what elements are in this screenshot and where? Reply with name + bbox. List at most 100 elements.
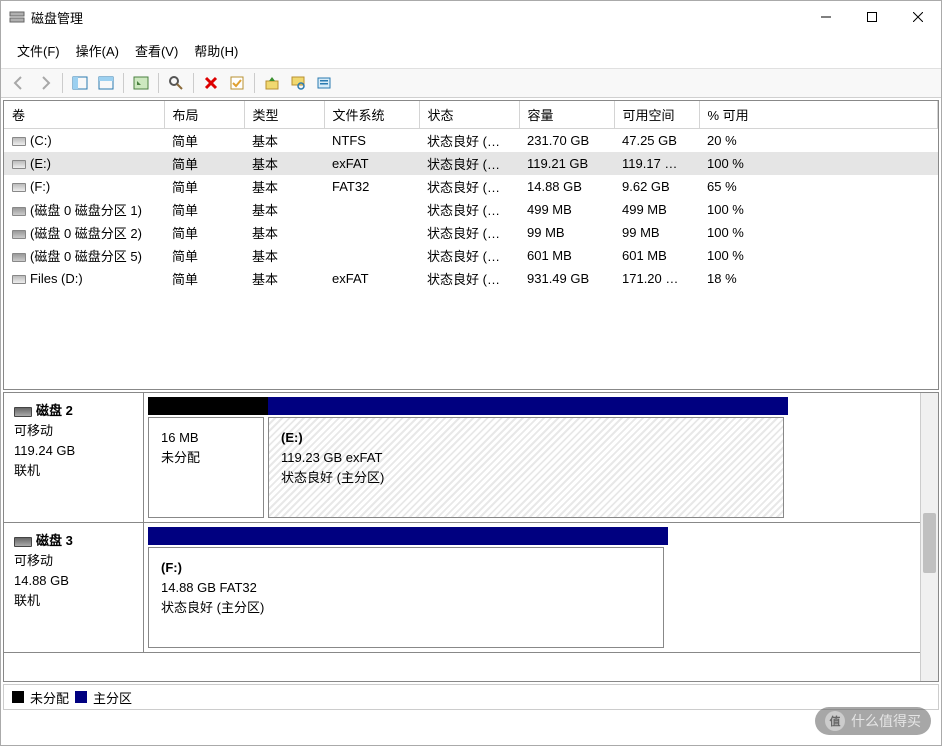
menu-file[interactable]: 文件(F) (9, 37, 68, 64)
menu-action[interactable]: 操作(A) (68, 37, 127, 64)
volume-type: 基本 (244, 175, 324, 198)
minimize-button[interactable] (803, 1, 849, 33)
delete-button[interactable] (199, 71, 223, 95)
col-fs[interactable]: 文件系统 (324, 101, 419, 129)
scrollbar[interactable] (920, 393, 938, 681)
volume-fs: exFAT (324, 267, 419, 290)
partition-boxes: 16 MB未分配(E:)119.23 GB exFAT状态良好 (主分区) (148, 417, 934, 518)
partition-box[interactable]: (F:)14.88 GB FAT32状态良好 (主分区) (148, 547, 664, 648)
refresh-button[interactable] (164, 71, 188, 95)
col-type[interactable]: 类型 (244, 101, 324, 129)
volume-free: 601 MB (614, 244, 699, 267)
header-segment (148, 527, 668, 545)
volume-free: 119.17 … (614, 152, 699, 175)
disk-partitions: 16 MB未分配(E:)119.23 GB exFAT状态良好 (主分区) (144, 393, 938, 522)
titlebar: 磁盘管理 (1, 1, 941, 33)
disk-row: 磁盘 3可移动14.88 GB联机(F:)14.88 GB FAT32状态良好 … (4, 523, 938, 653)
volume-free: 499 MB (614, 198, 699, 221)
volume-layout: 简单 (164, 129, 244, 153)
show-hide-console-button[interactable] (68, 71, 92, 95)
col-free[interactable]: 可用空间 (614, 101, 699, 129)
col-status[interactable]: 状态 (419, 101, 519, 129)
volume-type: 基本 (244, 129, 324, 153)
volume-type: 基本 (244, 198, 324, 221)
volume-list[interactable]: 卷 布局 类型 文件系统 状态 容量 可用空间 % 可用 (C:)简单基本NTF… (3, 100, 939, 390)
volume-type: 基本 (244, 244, 324, 267)
extend-button[interactable] (260, 71, 284, 95)
disk-partitions: (F:)14.88 GB FAT32状态良好 (主分区) (144, 523, 938, 652)
volume-row[interactable]: (磁盘 0 磁盘分区 1)简单基本状态良好 (…499 MB499 MB100 … (4, 198, 938, 221)
volume-row[interactable]: Files (D:)简单基本exFAT状态良好 (…931.49 GB171.2… (4, 267, 938, 290)
disk-info: 磁盘 2可移动119.24 GB联机 (4, 393, 144, 522)
properties-button[interactable] (225, 71, 249, 95)
volume-type: 基本 (244, 267, 324, 290)
volume-status: 状态良好 (… (419, 244, 519, 267)
toolbar-separator (193, 73, 194, 93)
menu-view[interactable]: 查看(V) (127, 37, 186, 64)
show-hide-action-button[interactable] (94, 71, 118, 95)
window-title: 磁盘管理 (31, 8, 803, 27)
volume-fs: FAT32 (324, 175, 419, 198)
volume-row[interactable]: (磁盘 0 磁盘分区 2)简单基本状态良好 (…99 MB99 MB100 % (4, 221, 938, 244)
toolbar-separator (123, 73, 124, 93)
disk-icon (14, 407, 32, 417)
volume-row[interactable]: (E:)简单基本exFAT状态良好 (…119.21 GB119.17 …100… (4, 152, 938, 175)
partition-header-strip (148, 397, 934, 415)
volume-pct: 100 % (699, 152, 938, 175)
forward-button[interactable] (33, 71, 57, 95)
volume-name: (E:) (30, 156, 51, 171)
partition-boxes: (F:)14.88 GB FAT32状态良好 (主分区) (148, 547, 934, 648)
partition-title: (F:) (161, 558, 651, 578)
volume-capacity: 499 MB (519, 198, 614, 221)
settings-button[interactable] (129, 71, 153, 95)
volume-name: (C:) (30, 133, 52, 148)
watermark: 值 什么值得买 (815, 707, 931, 735)
partition-size: 119.23 GB exFAT (281, 448, 771, 468)
partition-header-strip (148, 527, 934, 545)
legend-label-unallocated: 未分配 (30, 688, 69, 707)
volume-row[interactable]: (C:)简单基本NTFS状态良好 (…231.70 GB47.25 GB20 % (4, 129, 938, 153)
volume-free: 9.62 GB (614, 175, 699, 198)
partition-box[interactable]: 16 MB未分配 (148, 417, 264, 518)
volume-icon (12, 160, 26, 169)
col-capacity[interactable]: 容量 (519, 101, 614, 129)
header-segment (268, 397, 788, 415)
disk-size: 119.24 GB (14, 441, 133, 461)
maximize-button[interactable] (849, 1, 895, 33)
volume-name: (F:) (30, 179, 50, 194)
volume-row[interactable]: (磁盘 0 磁盘分区 5)简单基本状态良好 (…601 MB601 MB100 … (4, 244, 938, 267)
volume-type: 基本 (244, 221, 324, 244)
volume-row[interactable]: (F:)简单基本FAT32状态良好 (…14.88 GB9.62 GB65 % (4, 175, 938, 198)
volume-fs: NTFS (324, 129, 419, 153)
volume-pct: 65 % (699, 175, 938, 198)
col-layout[interactable]: 布局 (164, 101, 244, 129)
volume-header-row: 卷 布局 类型 文件系统 状态 容量 可用空间 % 可用 (4, 101, 938, 129)
volume-icon (12, 275, 26, 284)
volume-fs (324, 244, 419, 267)
partition-status: 未分配 (161, 448, 251, 468)
partition-size: 14.88 GB FAT32 (161, 578, 651, 598)
close-button[interactable] (895, 1, 941, 33)
menu-help[interactable]: 帮助(H) (186, 37, 246, 64)
volume-fs (324, 221, 419, 244)
volume-free: 171.20 … (614, 267, 699, 290)
toolbar-separator (158, 73, 159, 93)
volume-icon (12, 183, 26, 192)
toolbar-separator (254, 73, 255, 93)
back-button[interactable] (7, 71, 31, 95)
col-pctfree[interactable]: % 可用 (699, 101, 938, 129)
partition-title: (E:) (281, 428, 771, 448)
legend-swatch-unallocated (12, 691, 24, 703)
col-volume[interactable]: 卷 (4, 101, 164, 129)
help-button[interactable] (312, 71, 336, 95)
volume-type: 基本 (244, 152, 324, 175)
volume-free: 47.25 GB (614, 129, 699, 153)
volume-status: 状态良好 (… (419, 198, 519, 221)
scroll-thumb[interactable] (923, 513, 936, 573)
shrink-button[interactable] (286, 71, 310, 95)
volume-icon (12, 207, 26, 216)
volume-fs: exFAT (324, 152, 419, 175)
partition-box[interactable]: (E:)119.23 GB exFAT状态良好 (主分区) (268, 417, 784, 518)
volume-status: 状态良好 (… (419, 267, 519, 290)
disk-state: 联机 (14, 461, 133, 481)
